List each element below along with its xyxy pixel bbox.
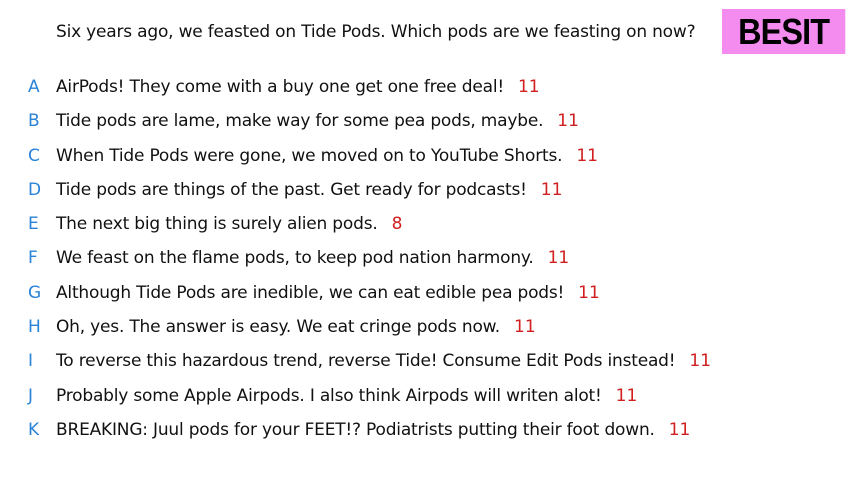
answer-letter: J (28, 385, 34, 406)
answer-score: 11 (547, 248, 570, 269)
answer-list: A AirPods! They come with a buy one get … (0, 73, 864, 450)
answer-text: Oh, yes. The answer is easy. We eat crin… (56, 317, 501, 338)
answer-item[interactable]: F We feast on the flame pods, to keep po… (0, 244, 864, 278)
answer-item[interactable]: C When Tide Pods were gone, we moved on … (0, 142, 864, 176)
answer-score: 11 (615, 385, 638, 406)
answer-letter: K (28, 419, 40, 440)
answer-score: 11 (668, 419, 691, 440)
answer-item[interactable]: D Tide pods are things of the past. Get … (0, 176, 864, 210)
answer-letter: F (28, 248, 38, 269)
answer-score: 11 (578, 282, 600, 303)
answer-letter: D (28, 179, 42, 200)
answer-letter: B (28, 111, 40, 132)
answer-letter: G (28, 282, 42, 303)
answer-text: When Tide Pods were gone, we moved on to… (56, 145, 563, 166)
answer-letter: H (28, 317, 41, 338)
answer-item[interactable]: A AirPods! They come with a buy one get … (0, 73, 864, 107)
answer-item[interactable]: B Tide pods are lame, make way for some … (0, 107, 864, 141)
answer-text: To reverse this hazardous trend, reverse… (56, 351, 676, 372)
answer-item[interactable]: G Although Tide Pods are inedible, we ca… (0, 279, 864, 313)
answer-text: The next big thing is surely alien pods. (56, 214, 378, 235)
answer-letter: A (28, 77, 40, 97)
answer-item[interactable]: E The next big thing is surely alien pod… (0, 210, 864, 244)
question-text: Six years ago, we feasted on Tide Pods. … (56, 22, 696, 42)
answer-text: Although Tide Pods are inedible, we can … (56, 282, 565, 303)
answer-text: Tide pods are lame, make way for some pe… (56, 111, 544, 132)
answer-item[interactable]: K BREAKING: Juul pods for your FEET!? Po… (0, 416, 864, 450)
answer-text: BREAKING: Juul pods for your FEET!? Podi… (56, 419, 655, 440)
answer-score: 11 (517, 77, 540, 97)
answer-text: Probably some Apple Airpods. I also thin… (56, 385, 602, 406)
answer-score: 11 (557, 111, 579, 132)
besit-badge: BESIT (722, 9, 846, 54)
answer-score: 8 (391, 214, 403, 235)
answer-letter: E (28, 214, 39, 235)
answer-text: AirPods! They come with a buy one get on… (56, 77, 504, 97)
answer-score: 11 (689, 351, 712, 372)
answer-letter: C (28, 145, 40, 166)
answer-text: We feast on the flame pods, to keep pod … (56, 248, 534, 269)
answer-text: Tide pods are things of the past. Get re… (56, 179, 527, 200)
answer-score: 11 (514, 317, 536, 338)
answer-score: 11 (576, 145, 598, 166)
answer-item[interactable]: J Probably some Apple Airpods. I also th… (0, 382, 864, 416)
answer-score: 11 (540, 179, 563, 200)
answer-item[interactable]: I To reverse this hazardous trend, rever… (0, 347, 864, 381)
answer-item[interactable]: H Oh, yes. The answer is easy. We eat cr… (0, 313, 864, 347)
answer-letter: I (28, 351, 34, 372)
